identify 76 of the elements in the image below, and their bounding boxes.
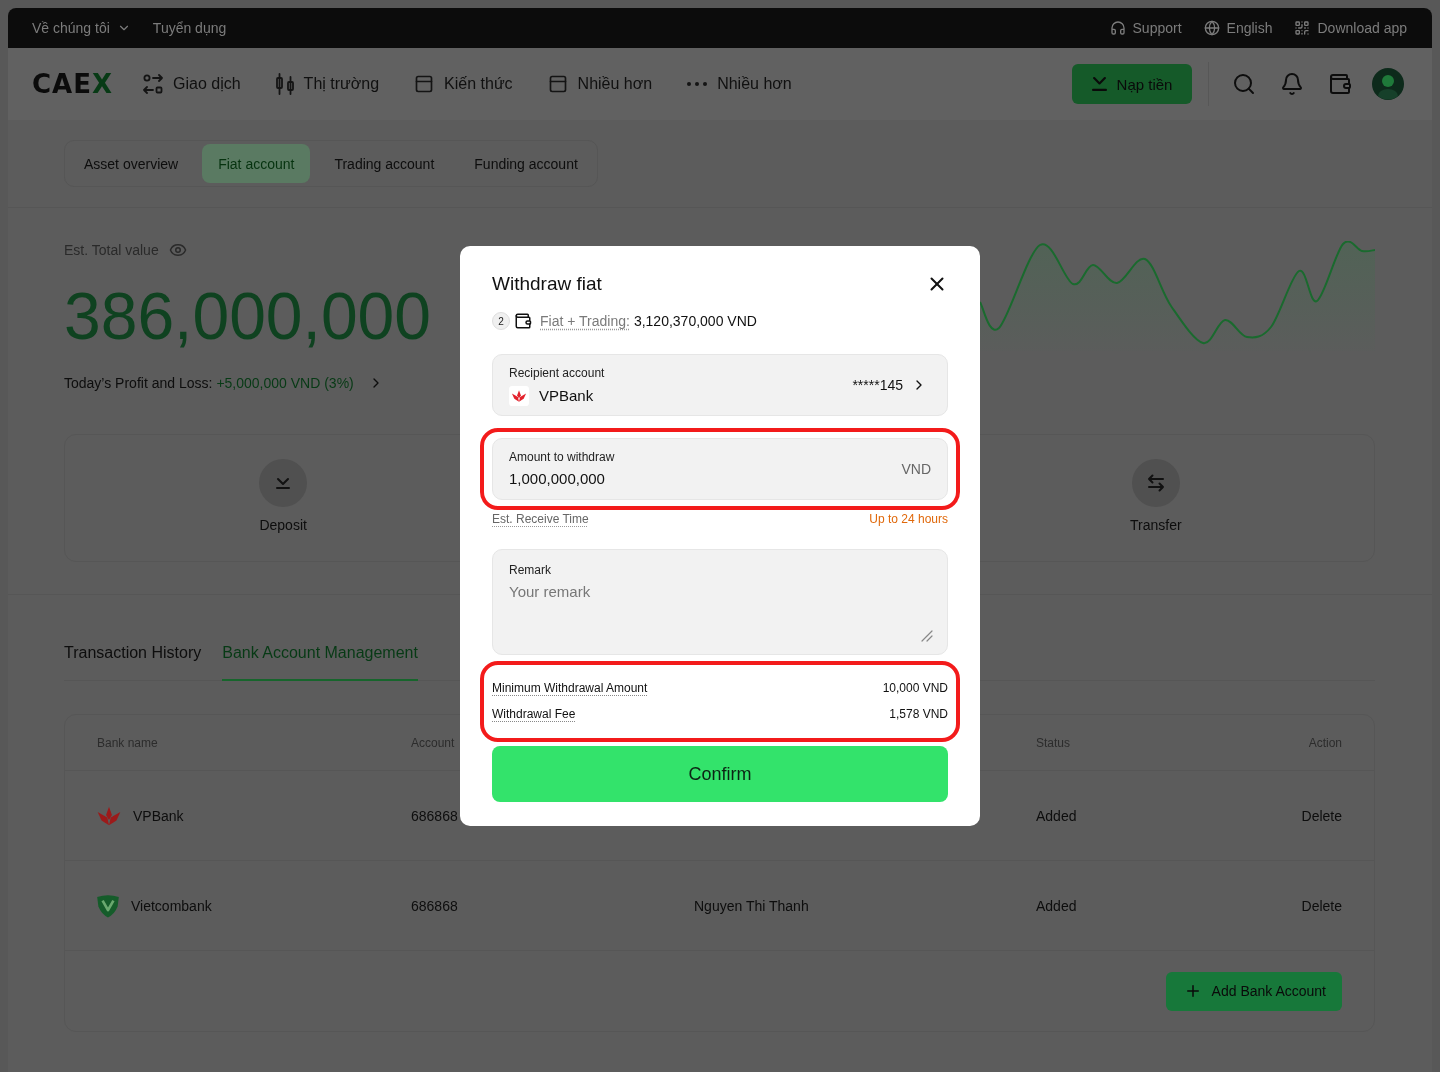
recipient-select[interactable]: Recipient account VPBank *****145 — [492, 354, 948, 416]
nav-link[interactable]: English — [1203, 20, 1273, 36]
delete-link[interactable]: Delete — [1301, 807, 1342, 824]
field-label: Remark — [509, 562, 551, 578]
nav-item[interactable]: Thị trường — [275, 73, 380, 95]
pnl-value: +5,000,000 VND (3%) — [216, 375, 354, 391]
window-icon — [414, 74, 435, 94]
account-number: *****145 — [852, 377, 903, 393]
headphones-icon — [1109, 20, 1126, 36]
qr-code-icon — [1294, 20, 1311, 36]
bank-logo-icon — [97, 893, 119, 918]
balance-label: Fiat + Trading: — [540, 313, 630, 329]
receive-time-value: Up to 24 hours — [869, 512, 948, 526]
field-label: Recipient account — [509, 364, 605, 381]
wallet-icon — [514, 312, 532, 330]
table-cell: Added — [1036, 897, 1077, 914]
bell-icon[interactable] — [1280, 72, 1304, 96]
account-tab[interactable]: Funding account — [458, 144, 594, 183]
account-tab[interactable]: Asset overview — [68, 144, 195, 183]
pnl-label: Today’s Profit and Loss: — [64, 375, 213, 391]
logo[interactable]: CAEX — [32, 70, 113, 98]
menu-link[interactable]: Về chúng tôi — [32, 20, 131, 36]
ellipsis-icon — [687, 82, 708, 86]
field-label: Amount to withdraw — [509, 449, 615, 465]
remark-input[interactable]: Your remark — [509, 582, 933, 626]
limit-label: Withdrawal Fee — [492, 707, 576, 721]
nav-link[interactable]: Tuyển dụng — [152, 20, 227, 36]
remark-field[interactable]: Remark Your remark — [492, 549, 948, 655]
section-tab[interactable]: Transaction History — [64, 643, 202, 681]
nav-item[interactable]: Kiến thức — [414, 74, 513, 94]
section-tab[interactable]: Bank Account Management — [222, 643, 418, 681]
receive-time-label: Est. Receive Time — [492, 512, 589, 526]
bank-logo-icon — [509, 385, 529, 406]
eye-icon[interactable] — [168, 241, 187, 259]
account-tab[interactable]: Trading account — [318, 144, 451, 183]
transfer-button[interactable]: Transfer — [1130, 459, 1182, 533]
bank-logo-icon — [97, 805, 121, 826]
currency-label: VND — [901, 461, 931, 477]
nav-link[interactable]: Support — [1109, 20, 1182, 36]
nav-item[interactable]: Nhiều hơn — [687, 75, 792, 93]
limit-value: 10,000 VND — [882, 681, 948, 695]
deposit-button[interactable]: Deposit — [259, 459, 308, 533]
table-cell: 686868 — [411, 897, 458, 914]
dialog-title: Withdraw fiat — [492, 273, 602, 295]
limit-label: Minimum Withdrawal Amount — [492, 681, 648, 695]
globe-icon — [1203, 20, 1220, 36]
table-cell: 686868 — [411, 807, 458, 824]
amount-input[interactable]: 1,000,000,000 — [509, 469, 619, 489]
balance-value: 3,120,370,000 VND — [633, 313, 757, 329]
nav-item[interactable]: Giao dịch — [143, 74, 241, 94]
resize-handle-icon[interactable] — [921, 630, 933, 642]
search-icon[interactable] — [1232, 72, 1256, 96]
amount-field[interactable]: Amount to withdraw 1,000,000,000 VND — [492, 438, 948, 500]
table-cell: Nguyen Thi Thanh — [694, 897, 809, 914]
add-bank-button[interactable]: Add Bank Account — [1165, 971, 1342, 1011]
top-up-button[interactable]: Nạp tiền — [1072, 64, 1192, 104]
confirm-button[interactable]: Confirm — [492, 746, 948, 802]
total-value: 386,000,000 — [64, 278, 432, 354]
wallet-icon[interactable] — [1328, 72, 1352, 96]
nav-item[interactable]: Nhiều hơn — [547, 74, 653, 94]
bank-name: VPBank — [539, 387, 594, 404]
swap-arrows-icon — [1131, 459, 1180, 507]
account-tab[interactable]: Fiat account — [202, 144, 311, 183]
count-badge: 2 — [492, 312, 510, 330]
avatar-icon[interactable] — [1372, 68, 1404, 100]
table-cell: VPBank — [133, 807, 184, 824]
candlestick-icon — [275, 73, 294, 95]
window-icon — [547, 74, 568, 94]
download-icon — [1091, 77, 1107, 91]
table-cell: Added — [1036, 807, 1077, 824]
download-icon — [259, 459, 308, 507]
table-cell: Vietcombank — [131, 897, 212, 914]
swap-arrows-icon — [143, 74, 163, 94]
delete-link[interactable]: Delete — [1301, 897, 1342, 914]
nav-link[interactable]: Download app — [1294, 20, 1407, 36]
limit-value: 1,578 VND — [889, 707, 948, 721]
